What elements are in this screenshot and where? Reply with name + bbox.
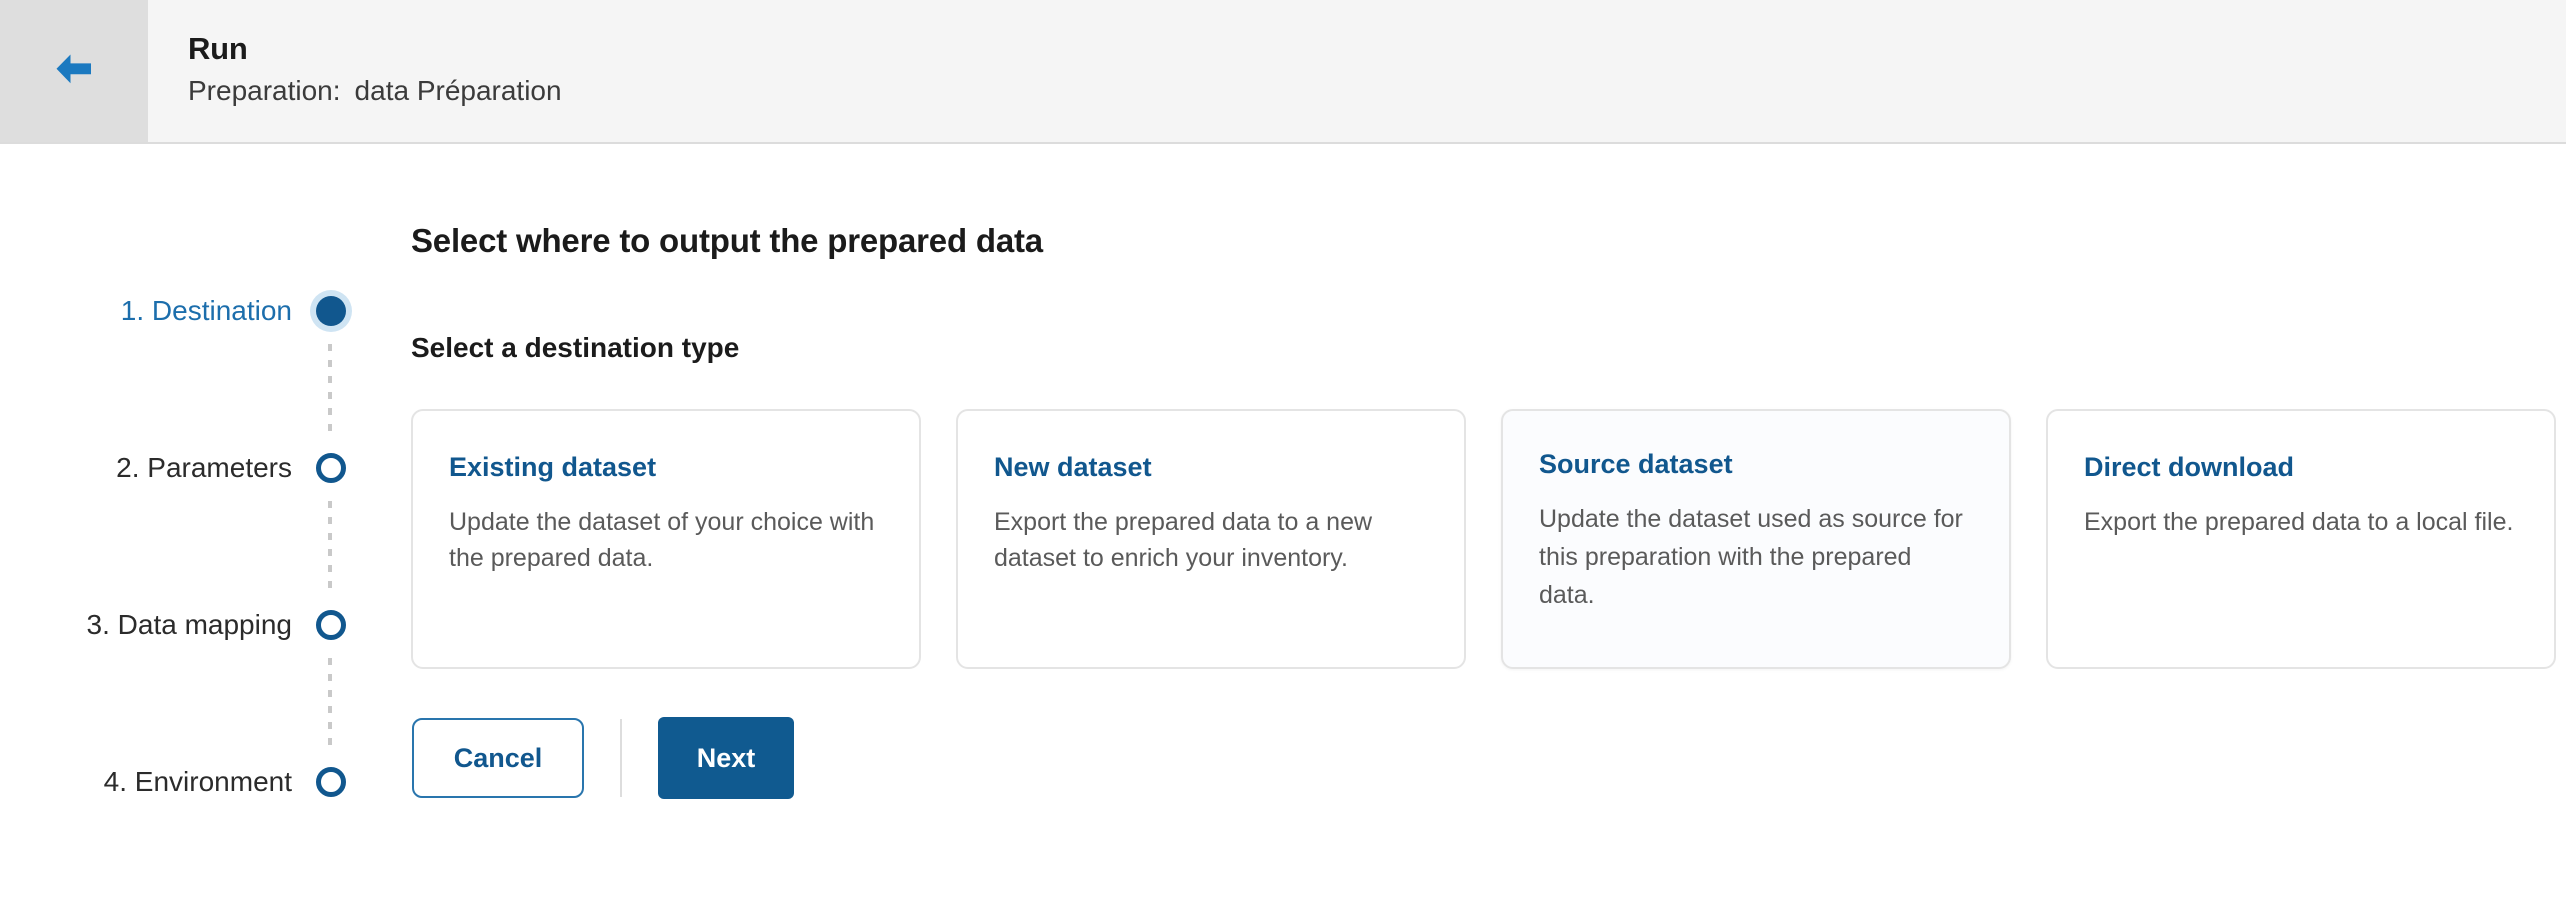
stepper-item-destination[interactable]: 1. Destination xyxy=(0,232,395,434)
card-description: Export the prepared data to a local file… xyxy=(2084,508,2514,537)
stepper-label-destination: 1. Destination xyxy=(120,294,292,326)
page-title-run: Run xyxy=(188,31,248,67)
body-area: 1. Destination 2. Parameters 3. Data map… xyxy=(0,144,2566,901)
main-panel: Select where to output the prepared data… xyxy=(395,194,2566,901)
destination-card-list: Existing dataset Update the dataset of y… xyxy=(411,409,2556,669)
stepper-item-data-mapping[interactable]: 3. Data mapping xyxy=(0,546,395,748)
step-hollow-circle-icon xyxy=(316,766,346,797)
wizard-actions: Cancel Next xyxy=(411,717,2556,799)
stepper-label-data-mapping: 3. Data mapping xyxy=(86,608,292,640)
next-button[interactable]: Next xyxy=(658,717,794,799)
step-hollow-circle-icon xyxy=(316,452,346,483)
header-titles: Run Preparation: data Préparation xyxy=(148,0,562,142)
card-title: New dataset xyxy=(994,452,1152,482)
step-marker-upcoming xyxy=(314,765,348,799)
destination-card-source-dataset[interactable]: Source dataset Update the dataset used a… xyxy=(1501,409,2011,669)
step-marker-upcoming xyxy=(314,451,348,485)
wizard-stepper: 1. Destination 2. Parameters 3. Data map… xyxy=(0,194,395,901)
preparation-subtitle: Preparation: data Préparation xyxy=(188,74,562,108)
step-marker-active xyxy=(310,289,352,332)
destination-card-direct-download[interactable]: Direct download Export the prepared data… xyxy=(2046,409,2556,669)
section-heading: Select a destination type xyxy=(411,332,740,363)
card-title: Direct download xyxy=(2084,452,2295,482)
stepper-label-environment: 4. Environment xyxy=(103,765,292,797)
card-description: Update the dataset used as source for th… xyxy=(1539,505,1963,610)
destination-card-new-dataset[interactable]: New dataset Export the prepared data to … xyxy=(956,409,1466,669)
action-divider xyxy=(620,719,622,797)
preparation-label: Preparation: xyxy=(188,75,341,107)
main-heading: Select where to output the prepared data xyxy=(411,222,1043,259)
stepper-item-environment[interactable]: 4. Environment xyxy=(0,703,395,860)
cancel-button[interactable]: Cancel xyxy=(412,718,584,798)
card-description: Export the prepared data to a new datase… xyxy=(994,508,1373,572)
card-title: Existing dataset xyxy=(449,452,657,482)
card-title: Source dataset xyxy=(1539,449,1733,479)
card-description: Update the dataset of your choice with t… xyxy=(449,508,875,572)
app-header: Run Preparation: data Préparation xyxy=(0,0,2566,144)
back-button[interactable] xyxy=(0,0,148,142)
step-filled-circle-icon xyxy=(316,295,346,326)
stepper-item-parameters[interactable]: 2. Parameters xyxy=(0,389,395,591)
stepper-label-parameters: 2. Parameters xyxy=(116,451,292,483)
preparation-name: data Préparation xyxy=(354,75,562,107)
step-hollow-circle-icon xyxy=(316,609,346,640)
destination-card-existing-dataset[interactable]: Existing dataset Update the dataset of y… xyxy=(411,409,921,669)
arrow-left-icon xyxy=(52,51,96,92)
step-marker-upcoming xyxy=(314,608,348,642)
